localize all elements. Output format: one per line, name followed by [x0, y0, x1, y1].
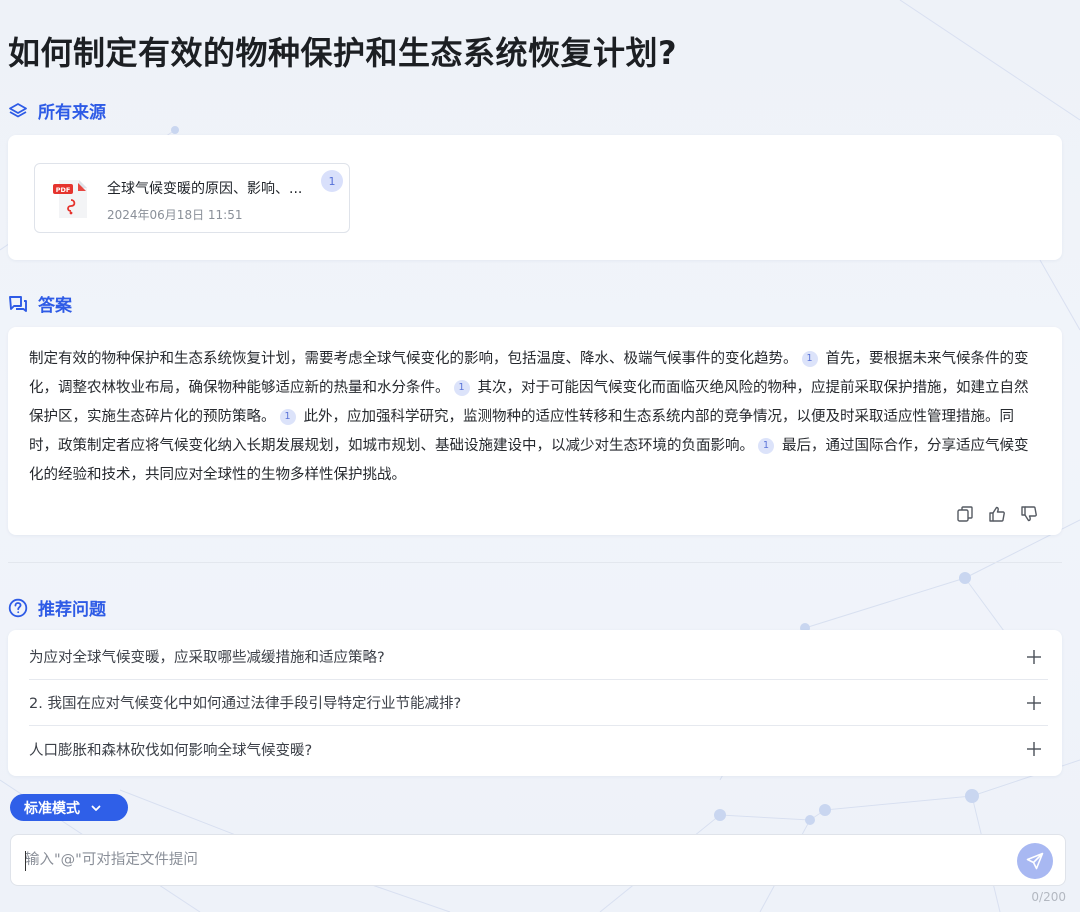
- citation-badge[interactable]: 1: [801, 350, 818, 367]
- source-item[interactable]: PDF 全球气候变暖的原因、影响、... 2024年06月18日 11:51 1: [34, 163, 350, 233]
- pdf-file-icon-label: PDF: [56, 186, 71, 194]
- thumbs-down-icon[interactable]: [1020, 505, 1038, 523]
- recommended-card: 为应对全球气候变暖，应采取哪些减缓措施和适应策略? 2. 我国在应对气候变化中如…: [8, 630, 1062, 776]
- recommended-question-text: 为应对全球气候变暖，应采取哪些减缓措施和适应策略?: [29, 650, 385, 666]
- layers-icon: [8, 101, 28, 121]
- sources-heading-label: 所有来源: [38, 103, 106, 123]
- page: 如何制定有效的物种保护和生态系统恢复计划? 所有来源 PDF 全球气候变暖的原因…: [0, 0, 1080, 912]
- thumbs-up-icon[interactable]: [988, 505, 1006, 523]
- recommended-question-item[interactable]: 为应对全球气候变暖，应采取哪些减缓措施和适应策略?: [29, 634, 1048, 680]
- sources-card: PDF 全球气候变暖的原因、影响、... 2024年06月18日 11:51 1: [8, 135, 1062, 260]
- question-input-box: [10, 834, 1066, 886]
- answer-heading: 答案: [8, 291, 72, 316]
- answer-segment: 制定有效的物种保护和生态系统恢复计划，需要考虑全球气候变化的影响，包括温度、降水…: [29, 351, 798, 367]
- recommended-question-text: 人口膨胀和森林砍伐如何影响全球气候变暖?: [29, 742, 313, 759]
- source-date: 2024年06月18日 11:51: [107, 208, 243, 222]
- sources-heading: 所有来源: [8, 98, 106, 123]
- recommended-heading: 推荐问题: [8, 595, 106, 620]
- section-divider: [8, 562, 1062, 563]
- citation-badge[interactable]: 1: [279, 408, 296, 425]
- help-circle-icon: [8, 598, 28, 618]
- plus-icon[interactable]: [1026, 649, 1042, 665]
- pdf-file-icon: PDF: [53, 178, 91, 220]
- recommended-heading-label: 推荐问题: [38, 600, 106, 620]
- source-count-badge: 1: [321, 170, 343, 192]
- answer-actions: [956, 505, 1038, 523]
- plus-icon[interactable]: [1026, 695, 1042, 711]
- text-caret: [25, 851, 26, 871]
- plus-icon[interactable]: [1026, 741, 1042, 757]
- mode-selector-button[interactable]: 标准模式: [10, 794, 128, 821]
- chevron-down-icon: [90, 802, 102, 814]
- answer-text: 制定有效的物种保护和生态系统恢复计划，需要考虑全球气候变化的影响，包括温度、降水…: [29, 345, 1039, 490]
- character-counter: 0/200: [1031, 890, 1066, 904]
- copy-icon[interactable]: [956, 505, 974, 523]
- send-icon: [1026, 852, 1044, 870]
- mode-label: 标准模式: [24, 800, 80, 817]
- recommended-question-item[interactable]: 2. 我国在应对气候变化中如何通过法律手段引导特定行业节能减排?: [29, 680, 1048, 726]
- send-button[interactable]: [1017, 843, 1053, 879]
- answer-card: 制定有效的物种保护和生态系统恢复计划，需要考虑全球气候变化的影响，包括温度、降水…: [8, 327, 1062, 535]
- recommended-question-text: 2. 我国在应对气候变化中如何通过法律手段引导特定行业节能减排?: [29, 696, 462, 712]
- page-title: 如何制定有效的物种保护和生态系统恢复计划?: [8, 34, 678, 72]
- answer-heading-label: 答案: [38, 296, 72, 316]
- chat-icon: [8, 294, 28, 314]
- question-input[interactable]: [25, 835, 1005, 885]
- source-name: 全球气候变暖的原因、影响、...: [107, 181, 303, 197]
- recommended-question-item[interactable]: 人口膨胀和森林砍伐如何影响全球气候变暖?: [29, 726, 1048, 772]
- citation-badge[interactable]: 1: [453, 379, 470, 396]
- citation-badge[interactable]: 1: [758, 437, 774, 454]
